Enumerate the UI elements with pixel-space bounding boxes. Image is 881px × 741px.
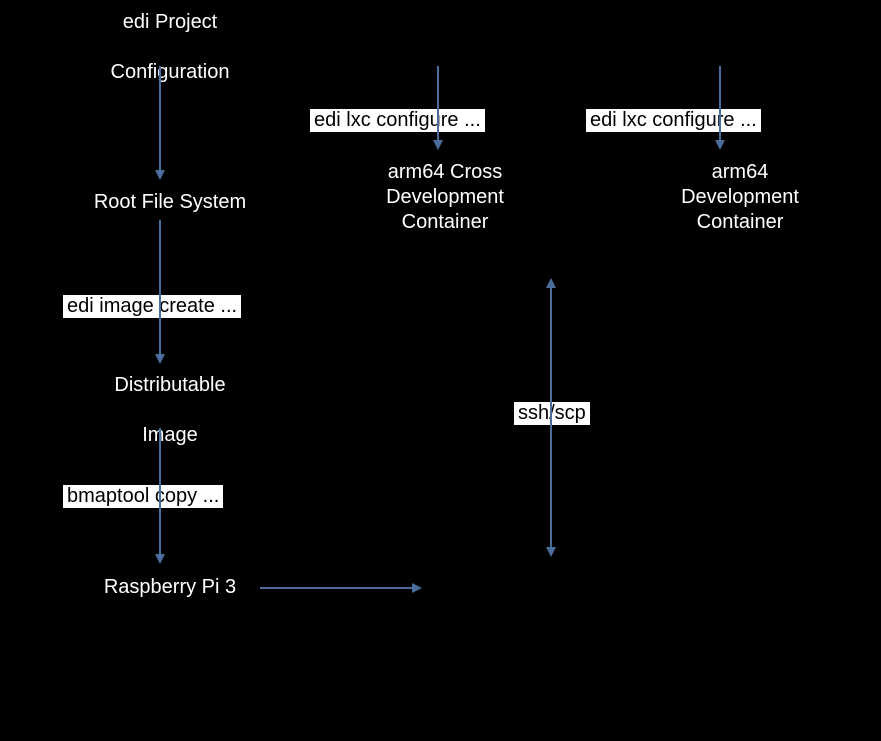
node-distributable-image: DistributableImage xyxy=(60,373,280,448)
node-cross-dev-container: arm64 Cross Development Container xyxy=(320,160,570,235)
node-project-config: edi ProjectConfiguration xyxy=(60,10,280,85)
node-dev-line2: Development xyxy=(615,185,865,210)
node-cross-dev-line3: Container xyxy=(320,210,570,235)
label-edi-lxc-configure-2: edi lxc configure ... xyxy=(586,109,761,132)
node-cross-dev-line2: Development xyxy=(320,185,570,210)
node-cross-dev-line1: arm64 Cross xyxy=(320,160,570,185)
node-raspberry-pi-3: Raspberry Pi 3 xyxy=(60,575,280,600)
label-bmaptool-copy: bmaptool copy ... xyxy=(63,485,223,508)
node-root-file-system: Root File System xyxy=(60,190,280,215)
node-dev-container: arm64 Development Container xyxy=(615,160,865,235)
label-ssh-scp: ssh/scp xyxy=(514,402,590,425)
label-edi-lxc-configure-1: edi lxc configure ... xyxy=(310,109,485,132)
node-dev-line1: arm64 xyxy=(615,160,865,185)
label-edi-image-create: edi image create ... xyxy=(63,295,241,318)
node-dev-line3: Container xyxy=(615,210,865,235)
